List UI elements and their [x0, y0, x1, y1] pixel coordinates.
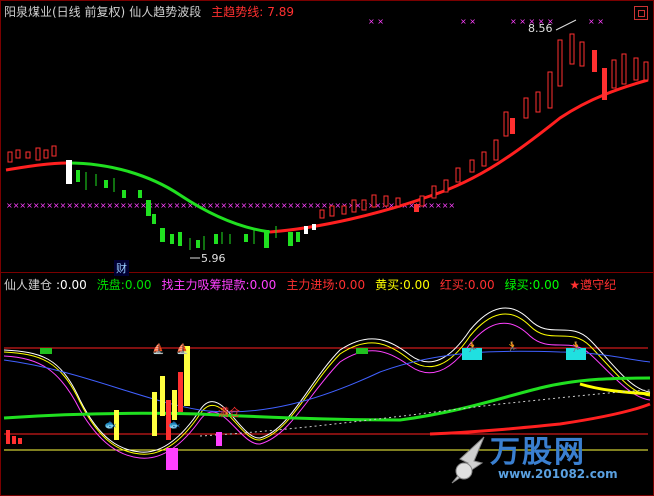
trend-line-green [67, 161, 271, 234]
sub-indicator-name[interactable]: 仙人建仓 [4, 278, 52, 292]
svg-text:🏃: 🏃 [570, 340, 582, 353]
sub-header-item-0: :0.00 [56, 278, 87, 292]
watermark-url: www.201082.com [498, 467, 618, 481]
high-arrow [555, 19, 577, 31]
low-price-label: 5.96 [201, 252, 226, 265]
osc-green-thick [3, 376, 651, 422]
svg-text:× ×: × × [460, 17, 476, 26]
high-price-label: 8.56 [528, 22, 553, 35]
watermark: 万股网 www.201082.com [448, 427, 648, 491]
svg-text:🐟: 🐟 [168, 420, 180, 431]
finance-badge[interactable]: 财 [114, 260, 129, 276]
svg-text:⛵: ⛵ [176, 342, 188, 355]
svg-text:🏃: 🏃 [506, 340, 518, 353]
sub-chart-header: 仙人建仓 :0.00 洗盘:0.00 找主力吸筹提款:0.00 主力进场:0.00 黄买:… [4, 278, 624, 292]
candles-red-filled [414, 50, 607, 212]
svg-text:× ×: × × [588, 17, 604, 26]
sub-header-item-7: ★遵守纪 [569, 278, 617, 292]
sub-header-item-1: 洗盘:0.00 [96, 278, 152, 292]
osc-blue [3, 350, 651, 413]
kline-canvas[interactable]: ××××××××××××××××××××××××××××××××××××××××… [0, 0, 654, 496]
sub-header-item-5: 红买:0.00 [439, 278, 495, 292]
svg-text:🐟: 🐟 [104, 420, 116, 431]
watermark-logo-icon [451, 436, 485, 484]
sub-header-item-4: 黄买:0.00 [375, 278, 430, 292]
candles-white [66, 160, 316, 234]
full-position-label: 满仓 [218, 406, 240, 419]
svg-text:⛵: ⛵ [152, 342, 164, 355]
svg-text:× ×: × × [368, 17, 384, 26]
svg-text:🏃: 🏃 [466, 340, 478, 353]
watermark-title: 万股网 [490, 435, 586, 470]
sub-header-item-3: 主力进场:0.00 [286, 278, 366, 292]
sub-header-item-2: 找主力吸筹提款:0.00 [161, 278, 277, 292]
sub-header-item-6: 绿买:0.00 [504, 278, 560, 292]
